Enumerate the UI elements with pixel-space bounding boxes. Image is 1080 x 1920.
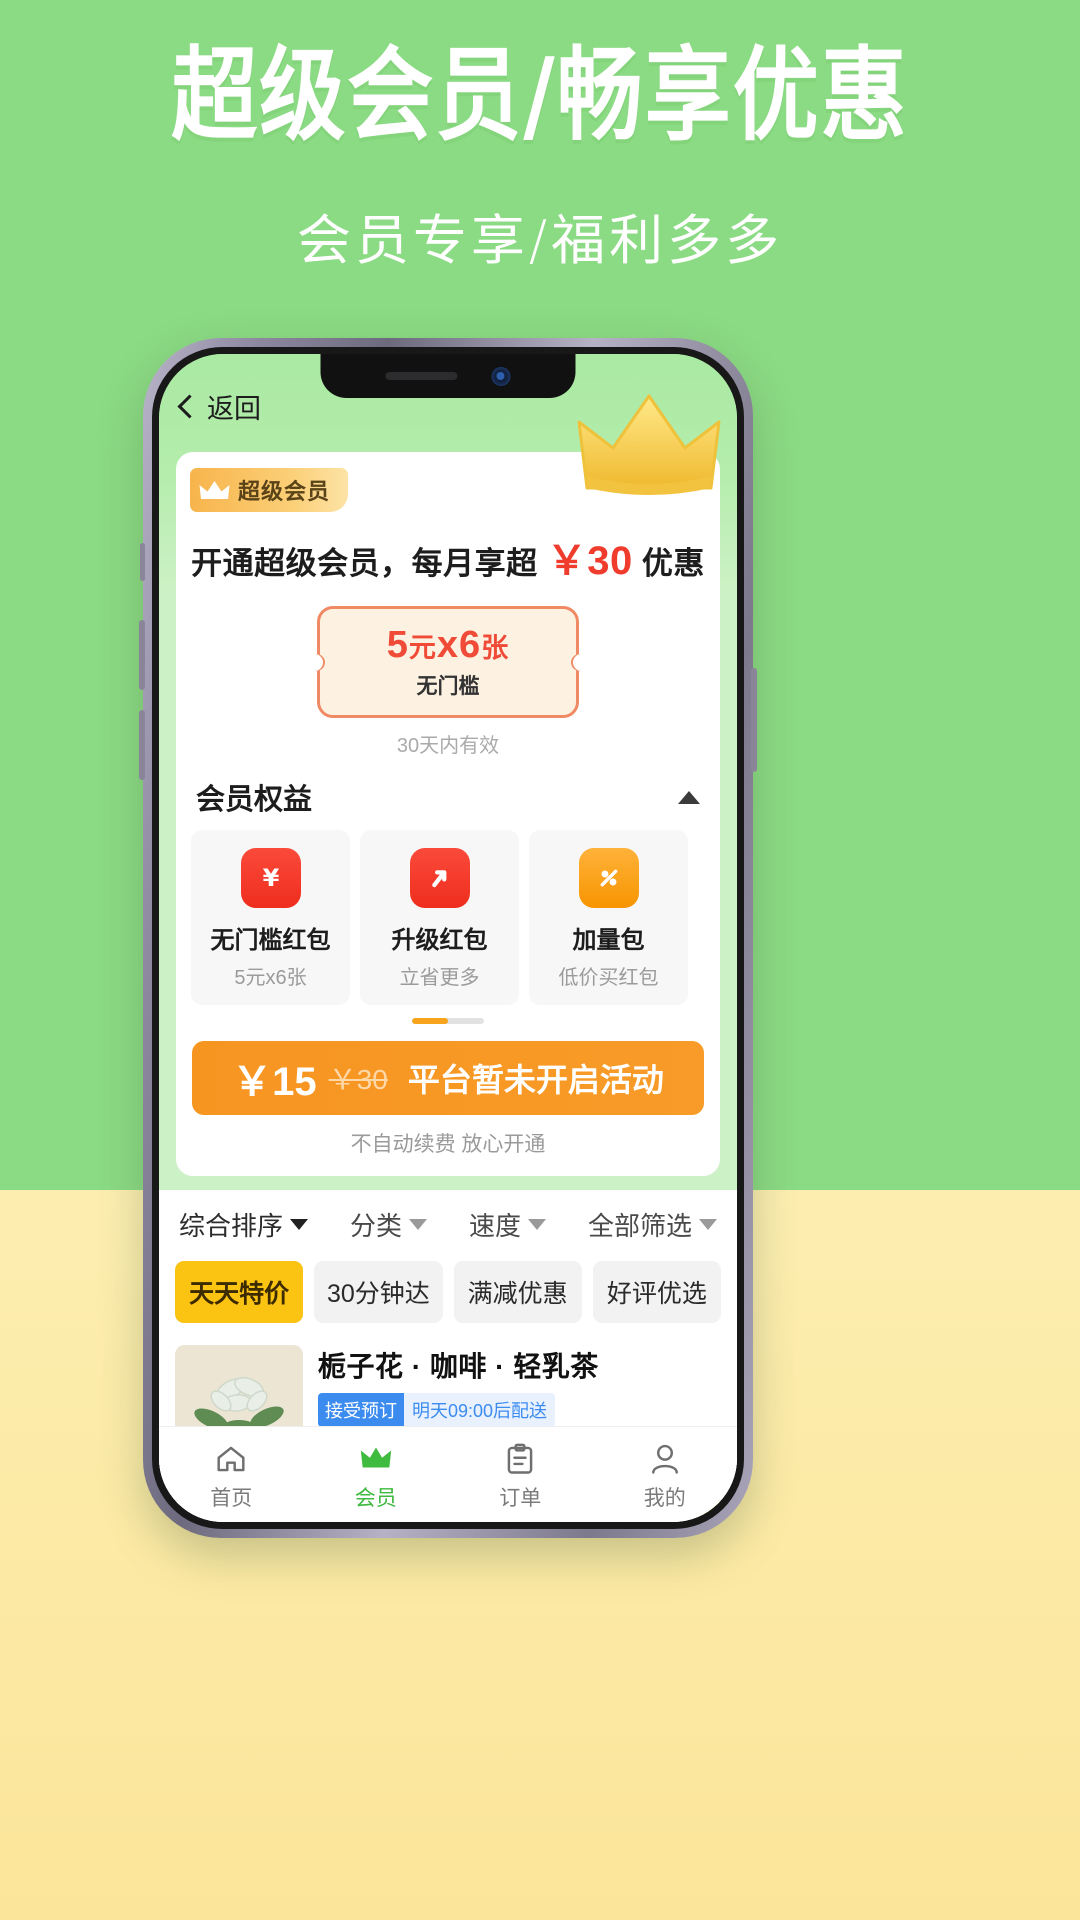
carousel-pager bbox=[176, 1018, 720, 1024]
preorder-tag: 接受预订 bbox=[318, 1393, 404, 1427]
sort-item-category[interactable]: 分类 bbox=[350, 1206, 427, 1243]
phone-notch bbox=[320, 354, 576, 398]
tab-orders[interactable]: 订单 bbox=[448, 1438, 593, 1512]
headline-suffix: 优惠 bbox=[632, 546, 705, 581]
preorder-time: 明天09:00后配送 bbox=[404, 1393, 556, 1427]
carousel-thumb bbox=[412, 1018, 448, 1024]
benefit-name: 加量包 bbox=[572, 927, 645, 954]
crown-icon bbox=[199, 480, 230, 499]
member-card: 超级会员 开通超级会员，每月享超 ￥30 优惠 5元x6张 无门槛 30天内有效… bbox=[176, 394, 721, 1176]
chip-daily-special[interactable]: 天天特价 bbox=[175, 1261, 304, 1323]
coupon-validity: 30天内有效 bbox=[396, 735, 500, 757]
cta-original-price: ￥30 bbox=[328, 1064, 388, 1095]
benefits-carousel[interactable]: ¥ 无门槛红包 5元x6张 升级红包 立省更多 加量包 低价买红包 bbox=[176, 818, 720, 1005]
caret-up-icon[interactable] bbox=[678, 790, 700, 804]
chip-30min-delivery[interactable]: 30分钟达 bbox=[314, 1261, 443, 1323]
earpiece-speaker bbox=[385, 372, 458, 380]
chip-discount[interactable]: 满减优惠 bbox=[453, 1261, 582, 1323]
coupon-unit: 元 bbox=[408, 633, 437, 663]
poster-subhead: 会员专享/福利多多 bbox=[296, 209, 784, 272]
svg-text:¥: ¥ bbox=[262, 864, 279, 892]
coupon-condition: 无门槛 bbox=[416, 675, 480, 698]
sort-label: 全部筛选 bbox=[587, 1211, 692, 1241]
caret-down-icon bbox=[409, 1219, 427, 1230]
coupon-card: 5元x6张 无门槛 bbox=[308, 606, 588, 718]
user-icon bbox=[593, 1438, 738, 1480]
poster-headline-wrap: 超级会员/畅享优惠 bbox=[0, 24, 1080, 156]
phone-volume-up-button bbox=[139, 620, 145, 690]
home-icon bbox=[159, 1438, 304, 1480]
tab-label: 会员 bbox=[354, 1486, 397, 1510]
sort-label: 速度 bbox=[468, 1211, 521, 1241]
subscribe-button[interactable]: ￥15 ￥30 平台暂未开启活动 bbox=[192, 1041, 704, 1115]
headline-prefix: 开通超级会员，每月享超 bbox=[191, 546, 547, 581]
order-clipboard-icon bbox=[448, 1438, 593, 1480]
benefit-item[interactable]: 升级红包 立省更多 bbox=[360, 830, 519, 1005]
chip-top-rated[interactable]: 好评优选 bbox=[592, 1261, 721, 1323]
phone-power-button bbox=[751, 668, 757, 772]
coupon-count-unit: 张 bbox=[481, 633, 510, 663]
caret-down-icon bbox=[527, 1219, 546, 1230]
coupon-amount: 5 bbox=[386, 624, 409, 666]
benefit-item[interactable]: ¥ 无门槛红包 5元x6张 bbox=[191, 830, 350, 1005]
poster-headline: 超级会员/畅享优惠 bbox=[171, 37, 909, 156]
member-card-headline: 开通超级会员，每月享超 ￥30 优惠 bbox=[176, 528, 720, 586]
super-member-badge: 超级会员 bbox=[190, 468, 349, 512]
app-screen: 返回 超级会员 开通超级会员，每月享超 ￥30 优惠 5元x6张 无门槛 30天… bbox=[159, 354, 737, 1522]
sort-bar: 综合排序 分类 速度 全部筛选 bbox=[159, 1190, 737, 1251]
phone-silent-switch bbox=[140, 543, 145, 581]
crown-icon bbox=[304, 1438, 449, 1480]
tab-label: 首页 bbox=[210, 1486, 253, 1510]
cta-price: ￥15 bbox=[232, 1060, 317, 1104]
discount-percent-icon bbox=[578, 848, 639, 908]
headline-price: ￥30 bbox=[546, 539, 633, 583]
coupon-multiplier: x6 bbox=[436, 624, 482, 666]
back-button-label: 返回 bbox=[207, 394, 261, 424]
phone-volume-down-button bbox=[139, 710, 145, 780]
benefit-desc: 低价买红包 bbox=[558, 967, 659, 989]
sort-item-speed[interactable]: 速度 bbox=[469, 1206, 546, 1243]
tab-label: 我的 bbox=[643, 1486, 686, 1510]
front-camera-icon bbox=[491, 366, 511, 386]
sort-label: 综合排序 bbox=[179, 1211, 284, 1241]
tab-profile[interactable]: 我的 bbox=[593, 1438, 738, 1512]
tab-home[interactable]: 首页 bbox=[159, 1438, 304, 1512]
tab-label: 订单 bbox=[499, 1486, 542, 1510]
shop-preorder-tags: 接受预订 明天09:00后配送 bbox=[318, 1393, 721, 1427]
benefit-item[interactable]: 加量包 低价买红包 bbox=[529, 830, 688, 1005]
sort-label: 分类 bbox=[349, 1211, 402, 1241]
cta-note: 不自动续费 放心开通 bbox=[350, 1133, 546, 1156]
caret-down-icon bbox=[698, 1219, 717, 1230]
red-packet-yen-icon: ¥ bbox=[240, 848, 301, 908]
poster-subhead-wrap: 会员专享/福利多多 bbox=[0, 196, 1080, 275]
phone-bezel: 返回 超级会员 开通超级会员，每月享超 ￥30 优惠 5元x6张 无门槛 30天… bbox=[152, 347, 744, 1529]
carousel-track bbox=[412, 1018, 484, 1024]
sort-item-comprehensive[interactable]: 综合排序 bbox=[179, 1206, 309, 1243]
benefits-header[interactable]: 会员权益 bbox=[176, 758, 720, 818]
filter-chips: 天天特价 30分钟达 满减优惠 好评优选 bbox=[159, 1251, 737, 1339]
benefit-name: 升级红包 bbox=[391, 927, 488, 954]
coupon-amount-row: 5元x6张 bbox=[387, 624, 509, 667]
chevron-left-icon bbox=[177, 394, 202, 419]
sort-item-all-filters[interactable]: 全部筛选 bbox=[588, 1206, 717, 1243]
benefit-name: 无门槛红包 bbox=[210, 927, 331, 954]
benefit-desc: 立省更多 bbox=[399, 967, 480, 989]
shop-name: 栀子花 · 咖啡 · 轻乳茶 bbox=[318, 1351, 599, 1382]
cta-label: 平台暂未开启活动 bbox=[407, 1062, 664, 1098]
back-button[interactable]: 返回 bbox=[177, 387, 261, 426]
phone-mockup: 返回 超级会员 开通超级会员，每月享超 ￥30 优惠 5元x6张 无门槛 30天… bbox=[139, 338, 757, 1538]
super-member-badge-label: 超级会员 bbox=[238, 479, 331, 504]
tab-member[interactable]: 会员 bbox=[304, 1438, 449, 1512]
upgrade-packet-icon bbox=[409, 848, 470, 908]
benefit-desc: 5元x6张 bbox=[234, 967, 307, 989]
phone-screen: 返回 超级会员 开通超级会员，每月享超 ￥30 优惠 5元x6张 无门槛 30天… bbox=[159, 354, 737, 1522]
bottom-tabbar: 首页 会员 订单 我的 bbox=[159, 1426, 737, 1522]
caret-down-icon bbox=[290, 1219, 309, 1230]
benefits-title: 会员权益 bbox=[196, 784, 313, 816]
